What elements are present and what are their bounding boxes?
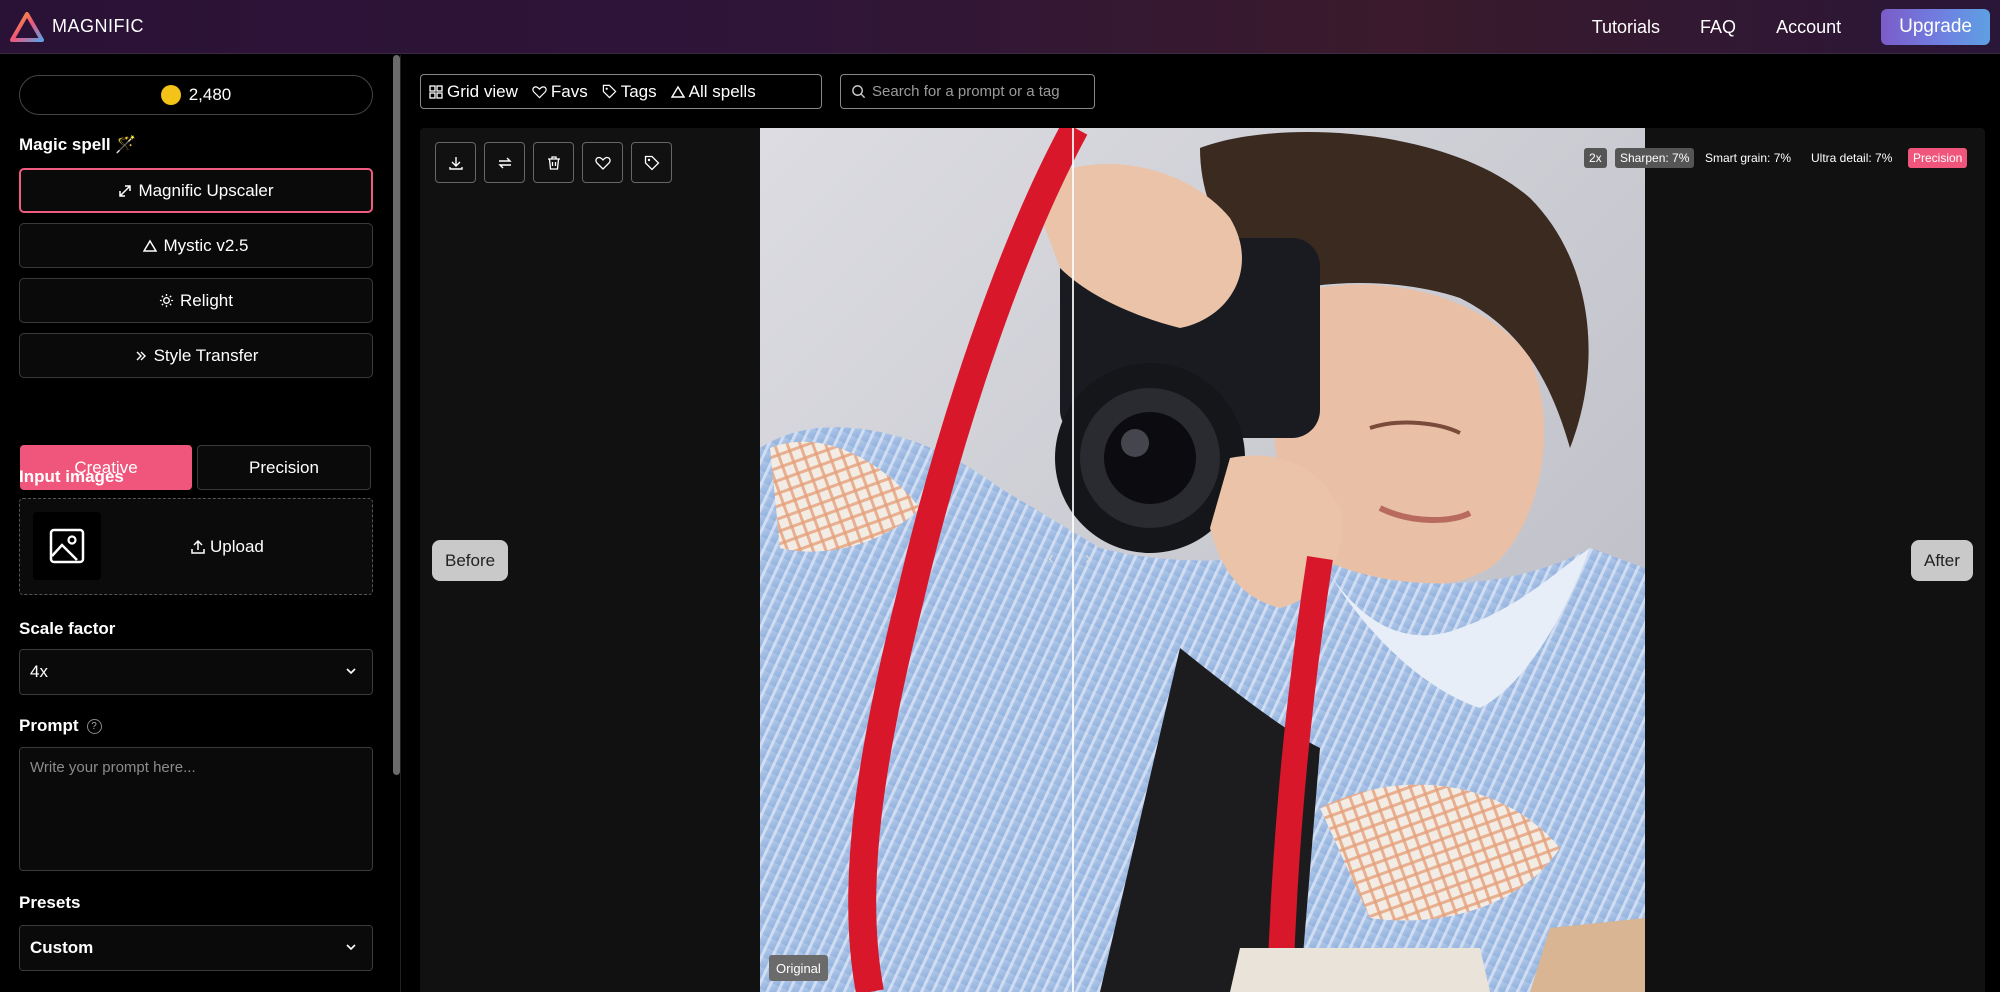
sidebar-scrollbar[interactable] bbox=[393, 55, 400, 775]
swap-icon bbox=[497, 157, 512, 168]
upgrade-button[interactable]: Upgrade bbox=[1881, 9, 1990, 45]
photo-illustration bbox=[760, 128, 1645, 992]
upload-icon bbox=[191, 539, 205, 554]
brand-logo[interactable]: MAGNIFIC bbox=[10, 11, 144, 42]
heart-icon bbox=[532, 85, 547, 98]
filter-bar: Grid view Favs Tags All spells bbox=[420, 74, 822, 109]
upload-label: Upload bbox=[210, 537, 264, 556]
favorite-button[interactable] bbox=[582, 142, 623, 183]
filter-tags[interactable]: Tags bbox=[602, 82, 657, 102]
heart-icon bbox=[594, 156, 611, 170]
tag-icon bbox=[602, 84, 617, 99]
input-images-label: Input images bbox=[19, 467, 124, 486]
spell-magnific-upscaler[interactable]: Magnific Upscaler bbox=[19, 168, 373, 213]
presets-label: Presets bbox=[19, 893, 81, 912]
spell-label: Relight bbox=[180, 290, 233, 310]
filter-all-spells[interactable]: All spells bbox=[670, 81, 756, 102]
prompt-input[interactable] bbox=[19, 747, 373, 871]
expand-icon bbox=[119, 184, 132, 197]
scale-tag: 2x bbox=[1584, 148, 1607, 168]
magic-spell-label: Magic spell 🪄 bbox=[19, 135, 137, 154]
tag-icon bbox=[644, 155, 659, 170]
spell-style-transfer[interactable]: Style Transfer bbox=[19, 333, 373, 378]
nav-account[interactable]: Account bbox=[1776, 17, 1841, 38]
search-input[interactable] bbox=[872, 83, 1092, 100]
search-icon bbox=[852, 85, 866, 99]
chevron-down-icon bbox=[346, 944, 356, 951]
double-chevron-icon bbox=[136, 351, 146, 360]
filter-grid-view[interactable]: Grid view bbox=[429, 82, 518, 102]
nav-tutorials[interactable]: Tutorials bbox=[1592, 17, 1660, 38]
coin-icon bbox=[160, 85, 181, 105]
top-nav: Tutorials FAQ Account Upgrade bbox=[1592, 0, 1990, 54]
prompt-label: Prompt bbox=[19, 716, 79, 735]
filter-label: Favs bbox=[550, 81, 588, 101]
triangle-logo-icon bbox=[10, 11, 44, 42]
image-icon bbox=[49, 528, 85, 564]
spell-label: Mystic v2.5 bbox=[163, 235, 249, 255]
search-box bbox=[840, 74, 1095, 109]
original-badge: Original bbox=[769, 955, 828, 981]
triangle-icon bbox=[143, 239, 158, 252]
chevron-down-icon bbox=[346, 668, 356, 675]
spell-relight[interactable]: Relight bbox=[19, 278, 373, 323]
upload-button[interactable]: Upload bbox=[190, 537, 264, 557]
sidebar-divider bbox=[400, 55, 401, 992]
presets-value: Custom bbox=[30, 938, 94, 957]
swap-button[interactable] bbox=[484, 142, 525, 183]
scale-factor-label: Scale factor bbox=[19, 619, 116, 638]
filter-label: All spells bbox=[688, 81, 756, 101]
credits-display[interactable]: 2,480 bbox=[19, 75, 373, 115]
top-bar: MAGNIFIC Tutorials FAQ Account Upgrade bbox=[0, 0, 2000, 54]
brand-name: MAGNIFIC bbox=[52, 16, 144, 36]
credits-value: 2,480 bbox=[188, 85, 232, 104]
download-button[interactable] bbox=[435, 142, 476, 183]
grid-icon bbox=[429, 84, 443, 99]
sidebar: 2,480 Magic spell 🪄 Magnific Upscaler My… bbox=[0, 55, 400, 992]
sharpen-tag: Sharpen: 7% bbox=[1615, 148, 1695, 168]
scale-factor-select[interactable]: 4x bbox=[19, 649, 373, 695]
comparison-slider-line[interactable] bbox=[1072, 128, 1074, 992]
filter-label: Tags bbox=[620, 81, 657, 101]
smart-grain-tag: Smart grain: 7% bbox=[1705, 151, 1792, 165]
upload-dropzone[interactable]: Upload bbox=[19, 498, 373, 595]
prompt-label-row: Prompt? bbox=[19, 716, 102, 736]
chevron-right-icon[interactable]: › bbox=[1085, 548, 1091, 569]
delete-button[interactable] bbox=[533, 142, 574, 183]
mode-precision-button[interactable]: Precision bbox=[197, 445, 371, 490]
after-button[interactable]: After bbox=[1911, 540, 1973, 581]
image-viewer: ‹ › Before After 2x Sharpen: 7% Smart gr… bbox=[420, 128, 1985, 992]
spell-label: Magnific Upscaler bbox=[138, 180, 274, 200]
tag-button[interactable] bbox=[631, 142, 672, 183]
ultra-detail-tag: Ultra detail: 7% bbox=[1811, 151, 1893, 165]
nav-faq[interactable]: FAQ bbox=[1700, 17, 1736, 38]
download-icon bbox=[448, 156, 463, 170]
presets-select[interactable]: Custom bbox=[19, 925, 373, 971]
help-icon[interactable]: ? bbox=[86, 719, 102, 734]
triangle-icon bbox=[670, 85, 685, 98]
sun-icon bbox=[159, 293, 174, 308]
precision-mode-tag: Precision bbox=[1908, 148, 1968, 168]
comparison-image[interactable] bbox=[760, 128, 1645, 992]
spell-mystic[interactable]: Mystic v2.5 bbox=[19, 223, 373, 268]
trash-icon bbox=[547, 155, 560, 170]
before-button[interactable]: Before bbox=[432, 540, 509, 581]
filter-label: Grid view bbox=[447, 81, 518, 101]
spell-label: Style Transfer bbox=[153, 345, 259, 365]
scale-factor-value: 4x bbox=[30, 662, 48, 681]
image-placeholder bbox=[33, 512, 101, 580]
chevron-left-icon[interactable]: ‹ bbox=[1048, 548, 1054, 569]
filter-favs[interactable]: Favs bbox=[532, 82, 588, 102]
